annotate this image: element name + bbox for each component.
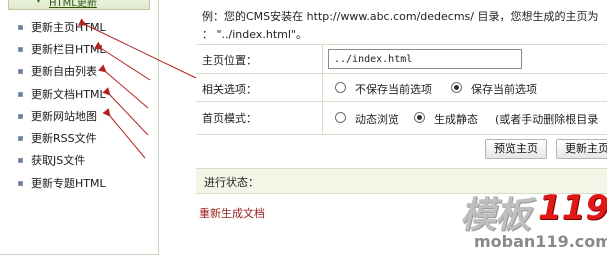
related-options-label: 相关选项： bbox=[202, 83, 257, 96]
option-static-label[interactable]: 生成静态 bbox=[434, 111, 478, 127]
progress-status-label: 进行状态： bbox=[204, 176, 259, 189]
arrow-to-sitemap bbox=[102, 108, 146, 159]
homepage-location-label: 主页位置： bbox=[202, 54, 257, 67]
static-extra-note: (或者手动删除根目录 bbox=[495, 113, 599, 126]
example-note-line1: 例：您的CMS安装在 http://www.abc.com/dedecms/ 目… bbox=[202, 10, 599, 23]
arrow-to-homepage bbox=[77, 18, 197, 79]
watermark-logo: 模板 119 moban119.com bbox=[452, 182, 607, 268]
watermark-logo-number: 119 bbox=[538, 188, 607, 228]
watermark-url: moban119.com bbox=[474, 232, 607, 251]
radio-static[interactable] bbox=[414, 112, 425, 123]
watermark-logo-cn: 模板 bbox=[460, 195, 531, 236]
column-divider bbox=[322, 44, 323, 134]
radio-save[interactable] bbox=[451, 82, 462, 93]
regenerate-document-text: 重新生成文档 bbox=[199, 207, 265, 220]
radio-dynamic[interactable] bbox=[335, 112, 346, 123]
option-dynamic-label[interactable]: 动态浏览 bbox=[355, 111, 399, 127]
arrow-to-free-list bbox=[98, 64, 149, 109]
homepage-path-input[interactable] bbox=[328, 49, 522, 69]
update-homepage-button[interactable]: 更新主页 bbox=[556, 139, 607, 159]
example-note-line2: ： "../index.html"。 bbox=[202, 28, 307, 41]
option-no-save-label[interactable]: 不保存当前选项 bbox=[355, 81, 432, 97]
preview-homepage-button[interactable]: 预览主页 bbox=[485, 139, 547, 159]
homepage-mode-label: 首页模式： bbox=[202, 112, 257, 125]
option-save-label[interactable]: 保存当前选项 bbox=[471, 81, 537, 97]
arrow-to-documents bbox=[102, 87, 149, 136]
radio-no-save[interactable] bbox=[335, 82, 346, 93]
